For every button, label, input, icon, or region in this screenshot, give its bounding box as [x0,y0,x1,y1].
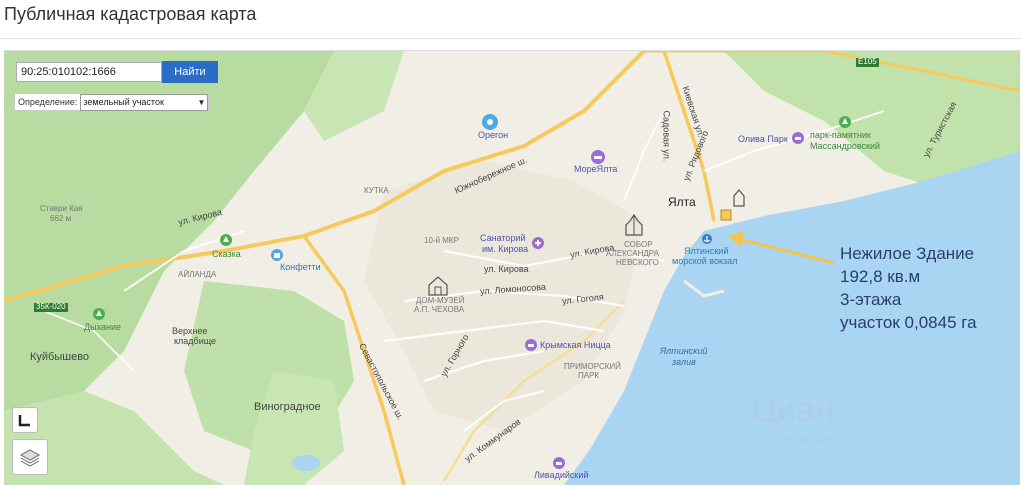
definition-selected-value: земельный участок [83,97,164,107]
ruler-button[interactable] [12,407,38,433]
cadastral-search: Найти [16,61,218,83]
label-skazka: Сказка [212,249,241,259]
definition-label: Определение: [18,97,78,107]
park-icon[interactable] [838,115,852,129]
label-road-35k: 35К-020 [34,302,68,312]
cadastral-number-input[interactable] [16,62,162,82]
poi-pin-icon[interactable] [481,113,499,131]
label-massandra-1: парк-памятник [810,130,871,140]
label-yalta: Ялта [668,195,696,209]
sanatorium-icon[interactable] [531,236,545,250]
label-konfetti: Конфетти [280,262,321,272]
watermark-logo: Циан [752,391,834,429]
label-livadia: Ливадийский [534,470,589,480]
label-kutka: КУТКА [364,186,389,195]
park-hotel-icon[interactable] [791,131,805,145]
museum-icon [428,276,448,296]
label-ul-sadovaya: Садовая ул. [661,110,672,162]
ruler-icon [18,415,30,427]
palace-icon[interactable] [552,456,566,470]
layers-button[interactable] [12,439,48,475]
property-annotation: Нежилое Здание 192,8 кв.м 3-этажа участо… [840,242,977,334]
label-port-2: морской вокзал [672,256,738,266]
page-title: Публичная кадастровая карта [4,4,257,24]
label-oliva-park: Олива Парк [738,134,788,144]
label-stavri-2: 662 м [50,214,72,223]
label-bay-2: залив [672,357,696,367]
label-sanatorium-1: Санаторий [480,233,526,243]
find-button[interactable]: Найти [162,61,218,83]
annotation-line-area: 192,8 кв.м [840,267,921,286]
label-chekhov-2: А.П. ЧЕХОВА [414,305,465,314]
label-aylanda: АЙЛАНДА [178,270,217,279]
label-massandra-2: Массандровский [810,141,881,151]
chevron-down-icon: ▼ [197,97,206,107]
map-canvas[interactable]: Орегон МореЯлта Олива Парк парк-памятник… [4,50,1020,485]
annotation-line-floors: 3-этажа [840,290,902,309]
definition-row: Определение: земельный участок ▼ [14,93,210,111]
label-vinogradnoe: Виноградное [254,401,321,413]
label-mkr: 10-й МКР [424,236,459,245]
port-icon[interactable] [701,233,713,245]
hotel-nitsa-icon[interactable] [524,338,538,352]
church-icon [733,189,745,207]
hotel-icon[interactable] [590,149,606,165]
label-sobor-3: НЕВСКОГО [616,258,659,267]
definition-select[interactable]: земельный участок ▼ [80,93,209,111]
label-stavri-1: Ставри Кая [40,204,83,213]
label-oregon: Орегон [478,130,509,140]
mall-icon[interactable] [270,248,284,262]
annotation-line-plot: участок 0,0845 га [840,313,977,332]
label-ul-kirova-center: ул. Кирова [484,264,529,274]
layers-icon [19,449,41,467]
title-divider [0,38,1022,39]
label-sanatorium-2: им. Кирова [482,244,529,254]
park-skazka-icon[interactable] [219,233,233,247]
label-dykhanie: Дыхание [84,322,121,332]
label-primorsky-2: ПАРК [578,371,600,380]
label-kuibyshevo: Куйбышево [30,351,90,363]
label-more-yalta: МореЯлта [574,164,618,174]
park-dykhanie-icon[interactable] [92,307,106,321]
label-cemetery-2: кладбище [174,336,217,346]
label-bay-1: Ялтинский [660,346,708,356]
watermark-url: yalta.cian.ru [784,431,849,445]
label-e105: E105 [856,57,879,67]
annotation-line-type: Нежилое Здание [840,244,975,263]
label-krymskaya-nitsa: Крымская Ницца [540,340,611,350]
cathedral-icon [625,213,643,236]
